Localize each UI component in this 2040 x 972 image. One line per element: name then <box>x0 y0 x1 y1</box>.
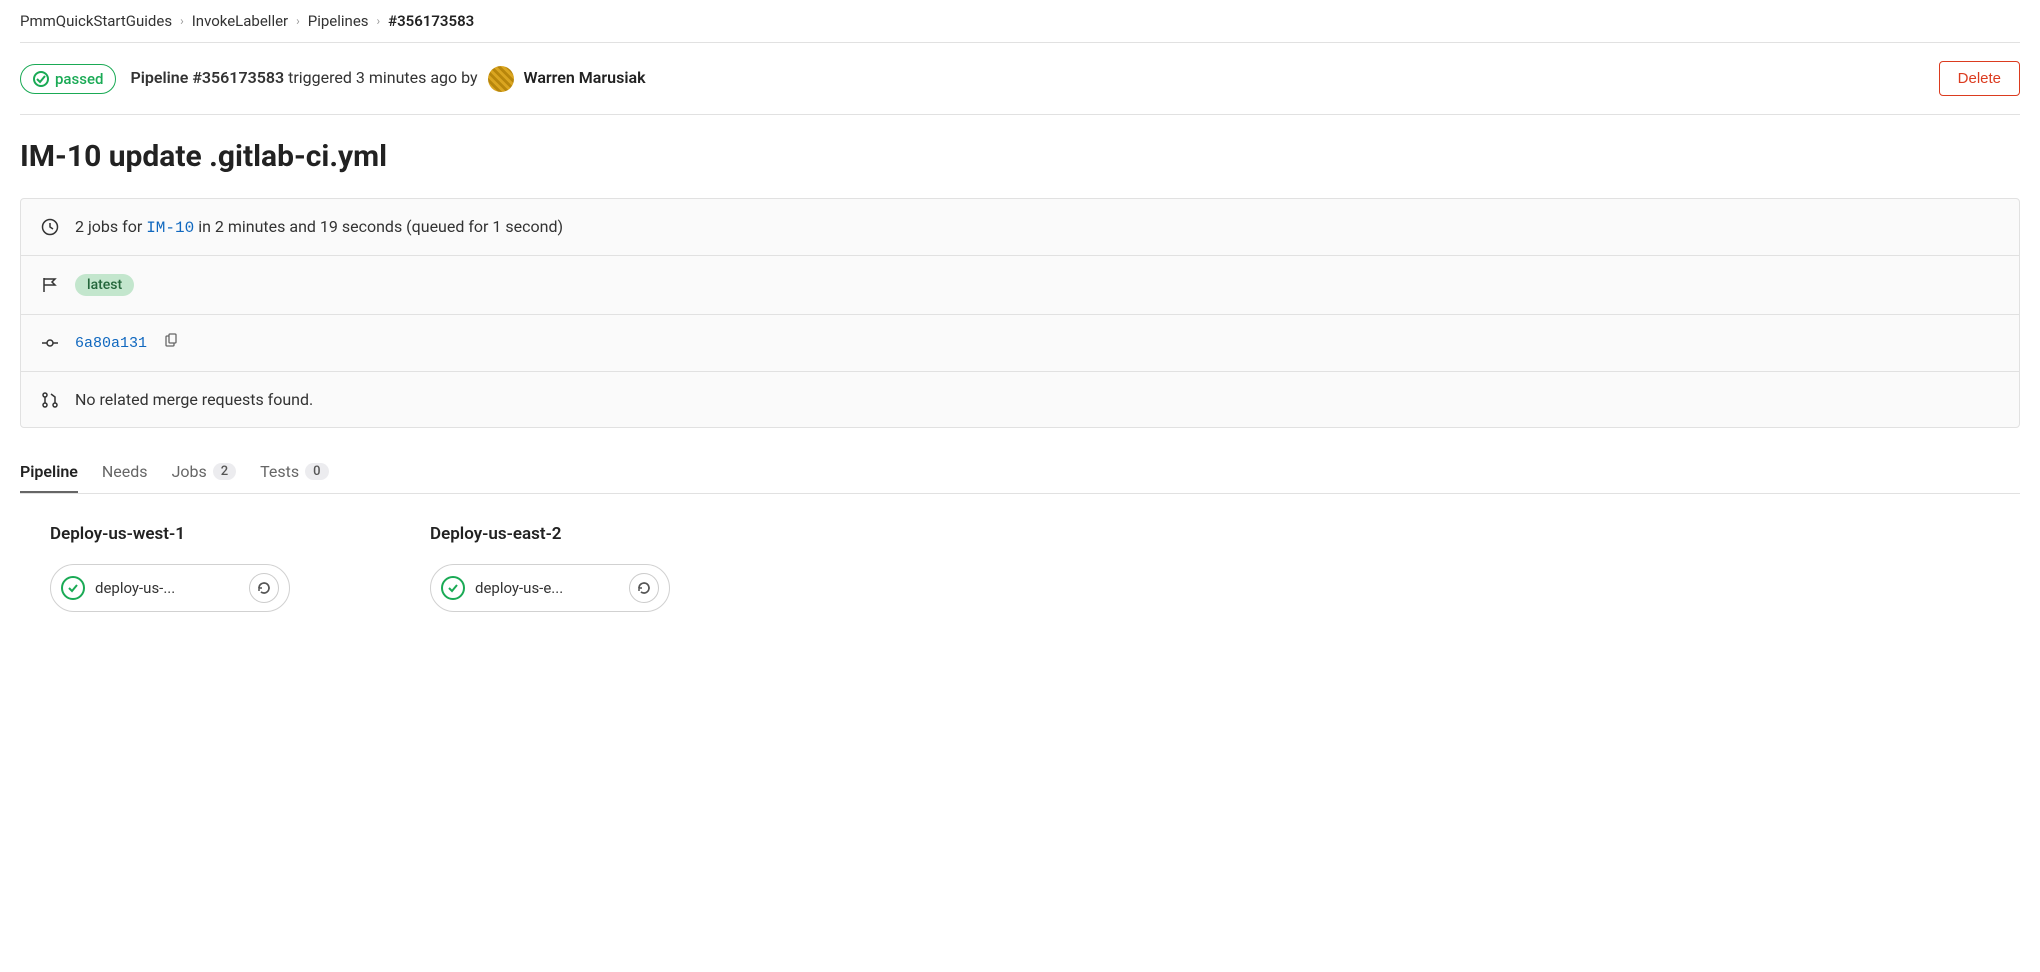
tab-needs[interactable]: Needs <box>102 452 148 493</box>
check-circle-icon <box>61 576 85 600</box>
breadcrumb-item[interactable]: Pipelines <box>308 12 369 30</box>
stage-title: Deploy-us-west-1 <box>50 524 290 544</box>
latest-badge: latest <box>75 274 134 296</box>
stage-title: Deploy-us-east-2 <box>430 524 670 544</box>
pipeline-label: Pipeline <box>130 68 188 87</box>
info-box: 2 jobs for IM-10 in 2 minutes and 19 sec… <box>20 198 2020 428</box>
status-badge[interactable]: passed <box>20 64 116 94</box>
chevron-right-icon: › <box>180 14 184 28</box>
tab-count: 0 <box>305 463 328 480</box>
tab-tests[interactable]: Tests 0 <box>260 452 328 493</box>
stage: Deploy-us-east-2 deploy-us-e... <box>430 524 670 612</box>
pipeline-id[interactable]: #356173583 <box>192 68 284 87</box>
status-label: passed <box>55 70 103 88</box>
clock-icon <box>41 218 59 236</box>
retry-button[interactable] <box>249 573 279 603</box>
retry-button[interactable] <box>629 573 659 603</box>
tab-label: Jobs <box>172 462 207 481</box>
check-circle-icon <box>33 71 49 87</box>
info-row-jobs: 2 jobs for IM-10 in 2 minutes and 19 sec… <box>21 199 2019 256</box>
tab-pipeline[interactable]: Pipeline <box>20 452 78 493</box>
info-row-commit: 6a80a131 <box>21 315 2019 372</box>
check-circle-icon <box>441 576 465 600</box>
breadcrumb-current: #356173583 <box>388 12 474 30</box>
flag-icon <box>41 276 59 294</box>
merge-requests-text: No related merge requests found. <box>75 390 313 409</box>
triggered-text: triggered 3 minutes ago by <box>288 68 477 87</box>
job-pill[interactable]: deploy-us-e... <box>430 564 670 612</box>
chevron-right-icon: › <box>296 14 300 28</box>
breadcrumb-item[interactable]: InvokeLabeller <box>192 12 288 30</box>
info-row-merge: No related merge requests found. <box>21 372 2019 427</box>
breadcrumb-item[interactable]: PmmQuickStartGuides <box>20 12 172 30</box>
page-title: IM-10 update .gitlab-ci.yml <box>20 115 2020 198</box>
tab-count: 2 <box>213 463 236 480</box>
tab-label: Tests <box>260 462 299 481</box>
tab-label: Pipeline <box>20 462 78 481</box>
stage: Deploy-us-west-1 deploy-us-... <box>50 524 290 612</box>
info-row-latest: latest <box>21 256 2019 315</box>
tab-label: Needs <box>102 462 148 481</box>
commit-icon <box>41 334 59 352</box>
commit-link[interactable]: 6a80a131 <box>75 335 147 352</box>
copy-icon[interactable] <box>163 333 179 353</box>
pipeline-info: Pipeline #356173583 triggered 3 minutes … <box>130 66 645 92</box>
delete-button[interactable]: Delete <box>1939 61 2020 96</box>
job-pill[interactable]: deploy-us-... <box>50 564 290 612</box>
tab-jobs[interactable]: Jobs 2 <box>172 452 237 493</box>
job-name: deploy-us-e... <box>475 579 619 597</box>
jobs-prefix: 2 jobs for <box>75 217 142 236</box>
pipeline-header: passed Pipeline #356173583 triggered 3 m… <box>20 42 2020 115</box>
job-name: deploy-us-... <box>95 579 239 597</box>
jobs-suffix: in 2 minutes and 19 seconds (queued for … <box>198 217 563 236</box>
breadcrumb: PmmQuickStartGuides › InvokeLabeller › P… <box>20 0 2020 42</box>
author-name[interactable]: Warren Marusiak <box>524 68 646 87</box>
chevron-right-icon: › <box>377 14 381 28</box>
tabs: Pipeline Needs Jobs 2 Tests 0 <box>20 452 2020 494</box>
branch-link[interactable]: IM-10 <box>146 219 194 237</box>
avatar[interactable] <box>488 66 514 92</box>
merge-request-icon <box>41 391 59 409</box>
stages: Deploy-us-west-1 deploy-us-... Deploy-us… <box>20 524 2020 612</box>
